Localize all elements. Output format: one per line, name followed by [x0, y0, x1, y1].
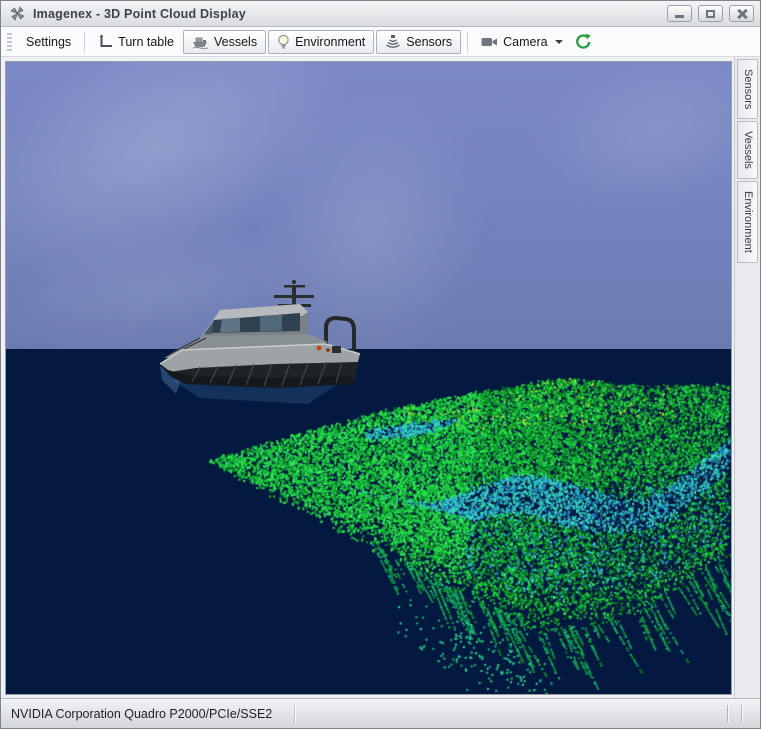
statusbar-resize-grip[interactable] [727, 705, 750, 722]
vessels-label: Vessels [214, 35, 257, 49]
tab-environment[interactable]: Environment [737, 181, 758, 263]
vessels-toggle-button[interactable]: Vessels [183, 30, 266, 54]
minimize-icon [675, 15, 684, 18]
app-logo-icon [9, 5, 26, 22]
settings-label: Settings [26, 35, 71, 49]
status-bar: NVIDIA Corporation Quadro P2000/PCIe/SSE… [1, 698, 760, 728]
camera-label: Camera [503, 35, 547, 49]
toolbar: Settings Turn table Vessels [1, 27, 760, 57]
chevron-down-icon [555, 40, 563, 44]
close-button[interactable] [729, 5, 754, 22]
app-window: Imagenex - 3D Point Cloud Display Settin… [0, 0, 761, 729]
camera-dropdown-button[interactable]: Camera [473, 30, 570, 54]
camera-icon [481, 36, 498, 48]
minimize-button[interactable] [667, 5, 692, 22]
turn-table-button[interactable]: Turn table [90, 30, 182, 54]
turn-table-label: Turn table [118, 35, 174, 49]
close-icon [737, 9, 747, 19]
boat-icon [192, 35, 209, 49]
gpu-status-text: NVIDIA Corporation Quadro P2000/PCIe/SSE… [11, 707, 272, 721]
window-title: Imagenex - 3D Point Cloud Display [33, 7, 246, 21]
turn-table-axis-icon [98, 34, 113, 49]
tab-sensors[interactable]: Sensors [737, 59, 758, 119]
side-tab-strip: Sensors Vessels Environment [734, 57, 760, 698]
settings-button[interactable]: Settings [18, 30, 79, 54]
refresh-button[interactable] [571, 30, 596, 54]
sonar-waves-icon [385, 34, 401, 49]
toolbar-grip-handle[interactable] [7, 33, 12, 51]
environment-label: Environment [295, 35, 365, 49]
sensors-toggle-button[interactable]: Sensors [376, 30, 461, 54]
lightbulb-icon [277, 34, 290, 50]
tab-vessels[interactable]: Vessels [737, 121, 758, 179]
maximize-icon [706, 10, 715, 18]
toolbar-separator [467, 32, 468, 52]
title-bar[interactable]: Imagenex - 3D Point Cloud Display [1, 1, 760, 27]
point-cloud-canvas[interactable] [6, 62, 731, 694]
environment-toggle-button[interactable]: Environment [268, 30, 374, 54]
sensors-label: Sensors [406, 35, 452, 49]
maximize-button[interactable] [698, 5, 723, 22]
3d-viewport[interactable] [5, 61, 732, 695]
statusbar-separator [294, 705, 295, 723]
toolbar-separator [84, 32, 85, 52]
refresh-icon [575, 33, 592, 50]
viewport-frame [1, 57, 734, 698]
main-area: Sensors Vessels Environment [1, 57, 760, 698]
vessel-3d-model [154, 272, 366, 418]
